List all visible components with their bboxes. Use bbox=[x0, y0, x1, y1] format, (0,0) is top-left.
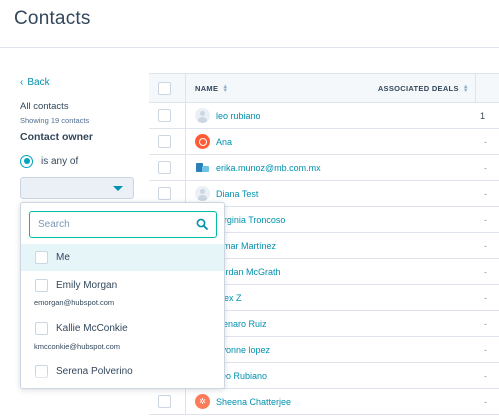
deals-count: - bbox=[484, 189, 487, 199]
deals-count: - bbox=[484, 215, 487, 225]
owner-search-box bbox=[29, 211, 217, 238]
operator-radio-row[interactable]: is any of bbox=[20, 154, 78, 168]
radio-selected-dot bbox=[23, 158, 30, 164]
avatar bbox=[195, 186, 210, 201]
owner-option-checkbox[interactable] bbox=[35, 279, 48, 292]
deals-count: - bbox=[484, 319, 487, 329]
view-name: All contacts bbox=[20, 101, 69, 112]
chevron-left-icon: ‹ bbox=[20, 77, 24, 88]
operator-label: is any of bbox=[41, 155, 79, 167]
column-divider bbox=[185, 389, 186, 415]
table-row: ✲ Sheena Chatterjee - bbox=[149, 389, 499, 415]
contact-name-link[interactable]: Sheena Chatterjee bbox=[216, 397, 291, 407]
hubspot-avatar: ✲ bbox=[195, 394, 210, 409]
column-header-name[interactable]: NAME ▲ ▼ bbox=[195, 84, 229, 95]
back-label: Back bbox=[27, 77, 50, 88]
contact-name-link[interactable]: Jordan McGrath bbox=[216, 267, 281, 277]
owner-option-label: Kallie McConkie bbox=[56, 323, 128, 334]
deals-count: - bbox=[484, 137, 487, 147]
deals-count: - bbox=[484, 241, 487, 251]
deals-count: 1 bbox=[479, 111, 485, 121]
operator-radio[interactable] bbox=[20, 154, 33, 168]
deals-count: - bbox=[484, 345, 487, 355]
table-header: NAME ▲ ▼ ASSOCIATED DEALS ▲ ▼ bbox=[149, 73, 499, 104]
sort-icon: ▲ ▼ bbox=[222, 84, 229, 95]
contact-name-link[interactable]: Diana Test bbox=[216, 189, 258, 199]
contact-name-link[interactable]: Virginia Troncoso bbox=[216, 215, 285, 225]
row-checkbox[interactable] bbox=[158, 161, 171, 174]
owner-option-email: kmcconkie@hubspot.com bbox=[34, 342, 120, 351]
contact-name-link[interactable]: erika.munoz@mb.com.mx bbox=[216, 163, 321, 173]
column-divider bbox=[185, 74, 186, 104]
column-header-deals-label: ASSOCIATED DEALS bbox=[377, 84, 459, 93]
column-divider bbox=[185, 155, 186, 181]
owner-option-kallie-mcconkie[interactable]: Kallie McConkie kmcconkie@hubspot.com bbox=[21, 313, 224, 355]
owner-option-checkbox[interactable] bbox=[35, 322, 48, 335]
contact-name-link[interactable]: leo rubiano bbox=[216, 111, 261, 121]
back-link[interactable]: ‹ Back bbox=[20, 77, 50, 88]
deals-count: - bbox=[484, 293, 487, 303]
owner-option-label: Me bbox=[56, 252, 70, 263]
table-row: Ana - bbox=[149, 129, 499, 155]
sort-icon: ▲ ▼ bbox=[462, 84, 469, 95]
owner-option-emily-morgan[interactable]: Emily Morgan emorgan@hubspot.com bbox=[21, 271, 224, 313]
column-divider bbox=[185, 103, 186, 129]
row-checkbox[interactable] bbox=[158, 395, 171, 408]
avatar bbox=[195, 108, 210, 123]
contact-owner-heading: Contact owner bbox=[20, 131, 93, 143]
deals-count: - bbox=[484, 163, 487, 173]
owner-search-input[interactable] bbox=[30, 212, 190, 236]
column-divider bbox=[185, 129, 186, 155]
table-row: leo rubiano 1 bbox=[149, 103, 499, 129]
search-icon[interactable] bbox=[196, 218, 208, 230]
contact-name-link[interactable]: Ana bbox=[216, 137, 232, 147]
contact-name-link[interactable]: Omar Martínez bbox=[216, 241, 276, 251]
owner-option-checkbox[interactable] bbox=[35, 251, 48, 264]
scroll-fade bbox=[21, 374, 224, 388]
select-all-checkbox[interactable] bbox=[158, 82, 171, 95]
row-checkbox[interactable] bbox=[158, 187, 171, 200]
owner-option-email: emorgan@hubspot.com bbox=[34, 298, 115, 307]
avatar bbox=[195, 134, 210, 149]
deals-count: - bbox=[484, 267, 487, 277]
caret-down-icon bbox=[113, 186, 123, 191]
table-row: erika.munoz@mb.com.mx - bbox=[149, 155, 499, 181]
deals-count: - bbox=[484, 397, 487, 407]
owner-option-me[interactable]: Me bbox=[21, 244, 224, 271]
row-checkbox[interactable] bbox=[158, 109, 171, 122]
column-divider bbox=[475, 74, 476, 104]
owner-option-label: Emily Morgan bbox=[56, 280, 118, 291]
deals-count: - bbox=[484, 371, 487, 381]
column-header-name-label: NAME bbox=[195, 84, 219, 93]
owner-select[interactable] bbox=[20, 177, 134, 199]
column-header-deals[interactable]: ASSOCIATED DEALS ▲ ▼ bbox=[377, 84, 469, 95]
company-logo-avatar bbox=[195, 160, 210, 175]
title-divider bbox=[0, 47, 499, 48]
showing-count: Showing 19 contacts bbox=[20, 116, 90, 125]
page-title: Contacts bbox=[14, 8, 91, 29]
row-checkbox[interactable] bbox=[158, 135, 171, 148]
owner-dropdown: Me Emily Morgan emorgan@hubspot.com Kall… bbox=[20, 202, 225, 389]
select-all-checkbox-cell bbox=[158, 82, 171, 95]
